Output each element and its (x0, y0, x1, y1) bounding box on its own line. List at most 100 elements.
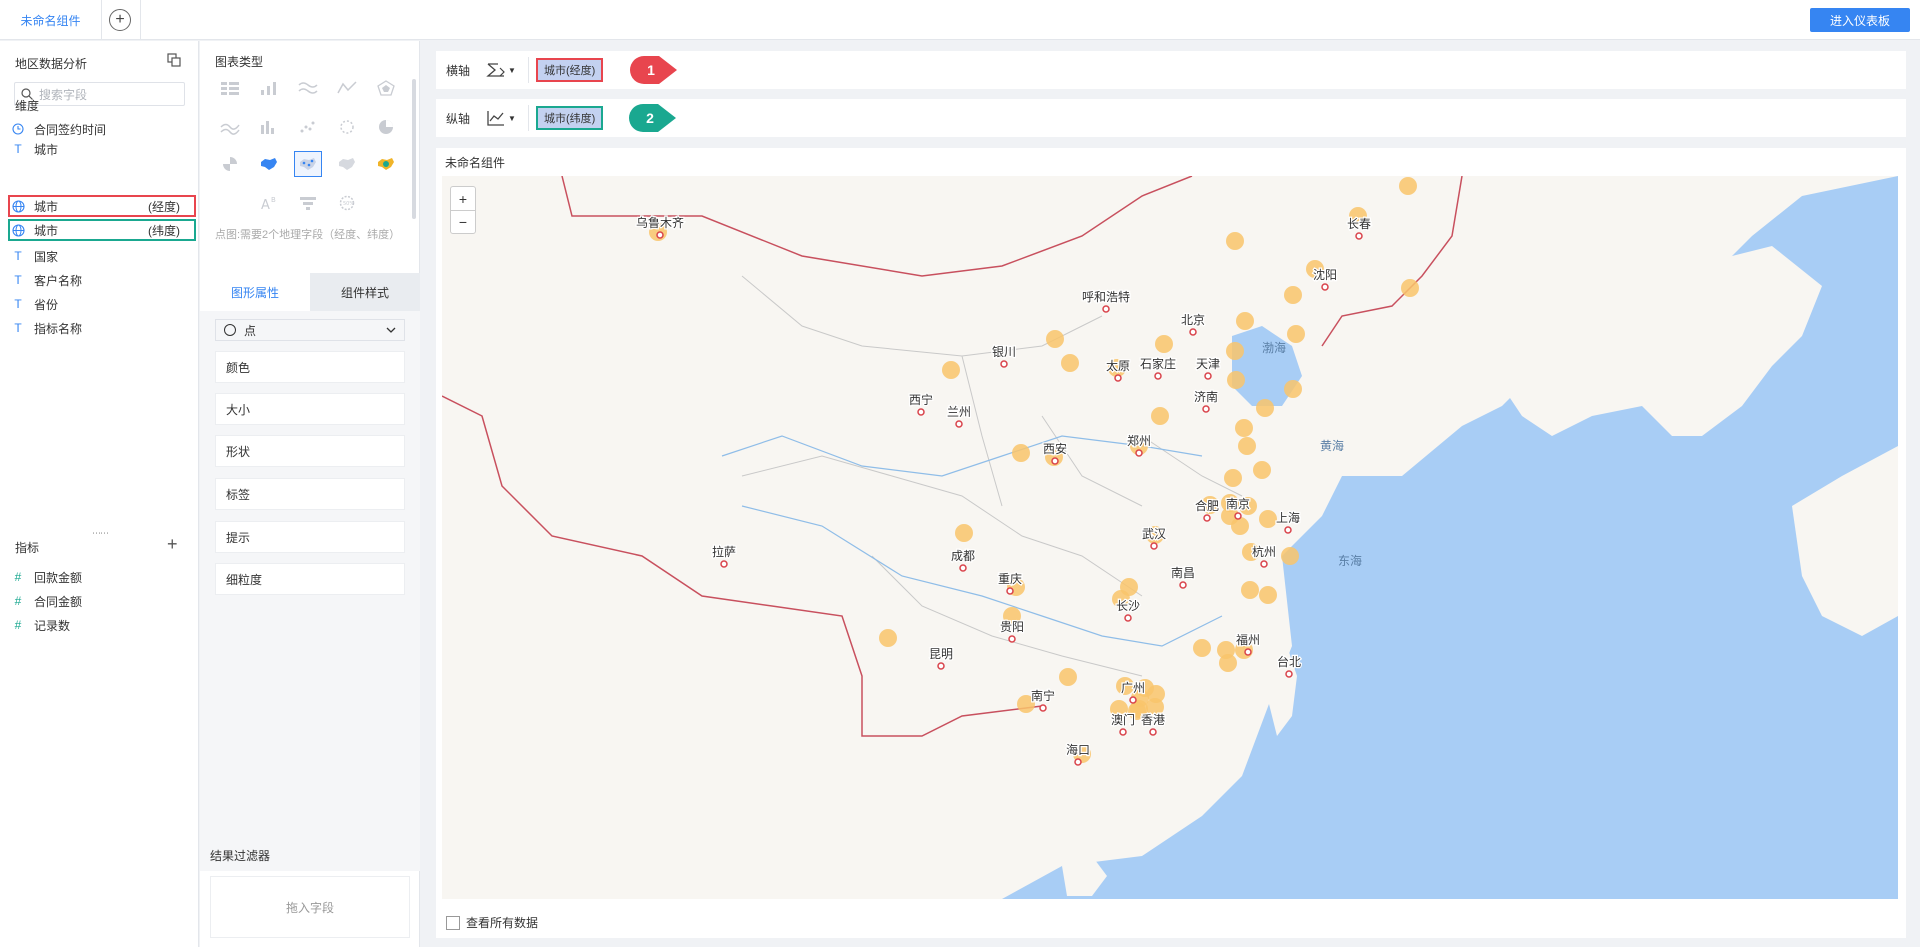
chart-type-hint: 点图:需要2个地理字段（经度、纬度） (215, 229, 401, 241)
enter-dashboard-button[interactable]: 进入仪表板 (1810, 8, 1910, 32)
rivers (721, 435, 1223, 647)
property-tooltip[interactable]: 提示 (215, 521, 405, 553)
chart-type-stacked-bar-icon[interactable] (258, 79, 280, 97)
city-bubble[interactable] (879, 629, 897, 647)
checkbox-icon[interactable] (446, 915, 460, 930)
chart-type-polyline-icon[interactable] (336, 79, 358, 97)
resize-handle-icon[interactable]: ⋯⋯ (92, 528, 109, 539)
city-bubble[interactable] (1241, 581, 1259, 599)
city-bubble[interactable] (1155, 335, 1173, 353)
city-bubble[interactable] (1046, 330, 1064, 348)
dimension-field-contract-time[interactable]: 合同签约时间 (10, 118, 194, 140)
chart-type-flow-map-icon[interactable] (336, 155, 358, 173)
y-axis-type-dropdown[interactable]: ▼ (486, 107, 520, 129)
add-measure-button[interactable]: + (167, 535, 178, 553)
point-map[interactable]: 乌鲁木齐 长春 沈阳 呼和浩特 北京 银川 太原 石家庄 天津 西宁 兰州 济南 西安 郑州 拉萨 成都 合肥南… (442, 176, 1898, 899)
city-bubble[interactable] (1253, 461, 1271, 479)
measure-field-payment[interactable]: # 回款金额 (10, 566, 194, 588)
chart-type-pie-icon[interactable] (375, 118, 397, 136)
chart-type-radar-icon[interactable] (375, 79, 397, 97)
city-bubble[interactable] (1284, 380, 1302, 398)
y-axis-field-pill[interactable]: 城市(纬度) (536, 106, 604, 130)
city-bubble[interactable] (1227, 371, 1245, 389)
dimensions-title: 维度 (15, 99, 40, 113)
city-bubble[interactable] (1059, 668, 1077, 686)
city-bubble[interactable] (1226, 342, 1244, 360)
city-marker (1284, 526, 1292, 534)
city-label: 合肥 (1195, 498, 1219, 513)
x-axis-type-dropdown[interactable]: ▼ (486, 59, 520, 81)
chart-type-word-cloud-icon[interactable]: AB (258, 194, 280, 212)
dimension-field-city-latitude[interactable]: 城市 (纬度) (8, 219, 196, 241)
city-bubble[interactable] (1061, 354, 1079, 372)
dimension-field-province[interactable]: T 省份 (10, 293, 194, 315)
chart-type-heat-map-icon[interactable] (375, 155, 397, 173)
x-axis-field-pill[interactable]: 城市(经度) (536, 58, 604, 82)
city-bubble[interactable] (1219, 654, 1237, 672)
dimension-field-indicator-name[interactable]: T 指标名称 (10, 317, 194, 339)
field-suffix-longitude: (经度) (148, 199, 180, 214)
chart-type-point-map-icon[interactable] (294, 151, 322, 177)
city-bubble[interactable] (1151, 407, 1169, 425)
city-bubble[interactable] (1259, 510, 1277, 528)
chart-type-scatter-icon[interactable] (297, 118, 319, 136)
field-pane: 地区数据分析 搜索字段 维度 合同签约时间 T 城市 城市 (经度) 城市 (纬… (0, 41, 199, 947)
chart-type-area-icon[interactable] (219, 118, 241, 136)
dimension-field-customer[interactable]: T 客户名称 (10, 269, 194, 291)
x-axis-label: 横轴 (446, 63, 471, 78)
add-tab-button[interactable]: + (109, 9, 131, 31)
city-label: 昆明 (929, 647, 953, 661)
chart-type-rose-icon[interactable] (219, 155, 241, 173)
city-bubble[interactable] (1193, 639, 1211, 657)
city-bubble[interactable] (1012, 444, 1030, 462)
chart-type-column-icon[interactable] (258, 118, 280, 136)
property-label[interactable]: 标签 (215, 478, 405, 510)
tab-graphic-properties[interactable]: 图形属性 (200, 273, 310, 311)
dimension-field-city-longitude[interactable]: 城市 (经度) (8, 195, 196, 217)
tab-widget-style[interactable]: 组件样式 (310, 273, 420, 311)
dimension-field-city[interactable]: T 城市 (10, 138, 194, 160)
map-canvas[interactable]: 乌鲁木齐 长春沈阳呼和浩特北京银川太原 石家庄 天津西宁兰州 济南西安 郑州拉萨 成都 合肥南… (442, 176, 1898, 899)
tab-unnamed-widget[interactable]: 未命名组件 (0, 0, 102, 40)
property-size[interactable]: 大小 (215, 393, 405, 425)
measure-field-record-count[interactable]: # 记录数 (10, 614, 194, 636)
property-shape[interactable]: 形状 (215, 435, 405, 467)
city-bubble[interactable] (1259, 586, 1277, 604)
chart-type-region-map-icon[interactable] (258, 155, 280, 173)
chart-type-scrollbar[interactable] (412, 79, 416, 219)
city-bubble[interactable] (1281, 547, 1299, 565)
city-bubble[interactable] (1236, 312, 1254, 330)
zoom-out-button[interactable]: − (451, 210, 475, 233)
city-bubble[interactable] (1399, 177, 1417, 195)
zoom-in-button[interactable]: + (451, 187, 475, 210)
city-bubble[interactable] (1284, 286, 1302, 304)
chart-type-line-icon[interactable] (297, 79, 319, 97)
mark-type-select[interactable]: 点 (215, 319, 405, 341)
city-bubble[interactable] (955, 524, 973, 542)
city-bubble[interactable] (1238, 437, 1256, 455)
chart-type-gauge-icon[interactable]: 50% (336, 194, 358, 212)
city-bubble[interactable] (1224, 469, 1242, 487)
text-type-icon: T (14, 249, 22, 263)
filter-drop-zone[interactable]: 拖入字段 (210, 876, 410, 938)
show-all-data-checkbox[interactable]: 查看所有数据 (446, 914, 538, 931)
chart-type-bubble-icon[interactable] (336, 118, 358, 136)
city-bubble[interactable] (1235, 419, 1253, 437)
city-bubble[interactable] (1401, 279, 1419, 297)
chart-type-funnel-icon[interactable] (297, 194, 319, 212)
dimension-field-country[interactable]: T 国家 (10, 245, 194, 267)
map-zoom-control: + − (450, 186, 476, 234)
city-bubble[interactable] (1287, 325, 1305, 343)
field-search-input[interactable]: 搜索字段 (14, 82, 185, 106)
property-granularity[interactable]: 细粒度 (215, 563, 405, 595)
chart-type-grouped-table-icon[interactable] (219, 79, 241, 97)
city-bubble[interactable] (1256, 399, 1274, 417)
city-marker (1189, 328, 1197, 336)
text-type-icon: T (14, 142, 22, 156)
measure-field-contract-amount[interactable]: # 合同金额 (10, 590, 194, 612)
switch-dataset-icon[interactable] (167, 53, 181, 67)
city-bubble[interactable] (942, 361, 960, 379)
city-bubble[interactable] (1226, 232, 1244, 250)
property-color[interactable]: 颜色 (215, 351, 405, 383)
city-label: 济南 (1194, 389, 1218, 404)
